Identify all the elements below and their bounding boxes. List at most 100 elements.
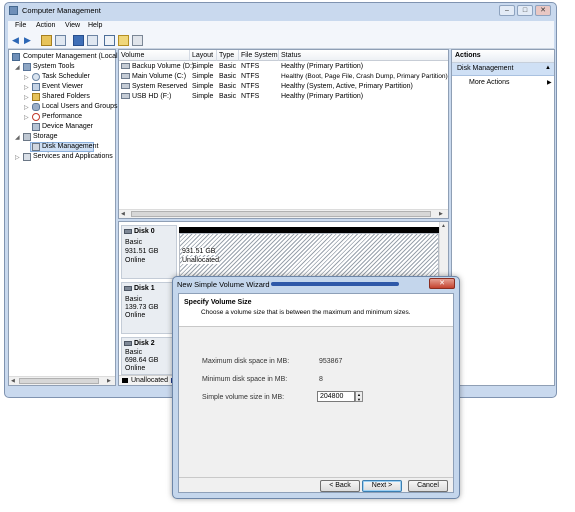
disk-name: Disk 0 (134, 228, 155, 235)
collapse-triangle-icon[interactable]: ◢ (15, 134, 20, 141)
table-row[interactable]: System Reserved Simple Basic NTFS Health… (119, 82, 448, 92)
column-header-layout[interactable]: Layout (190, 50, 217, 61)
column-header-status[interactable]: Status (279, 50, 448, 61)
disk-0-info[interactable]: Disk 0 Basic 931.51 GB Online (121, 225, 177, 279)
partition-size: 931.51 GB (182, 248, 216, 255)
volume-icon (121, 63, 130, 69)
tree-item-shared-folders[interactable]: Shared Folders (42, 93, 90, 100)
tree-item-disk-management[interactable]: Disk Management (42, 143, 98, 150)
volume-name: Backup Volume (D:) (132, 63, 195, 70)
wizard-subheading: Choose a volume size that is between the… (201, 309, 411, 316)
scroll-right-icon[interactable]: ▶ (439, 211, 443, 217)
volume-size-spinner[interactable]: ▲ ▼ (355, 391, 363, 402)
expand-triangle-icon[interactable]: ▷ (15, 154, 20, 161)
volume-list-horizontal-scrollbar[interactable]: ◀ ▶ (119, 209, 448, 218)
partition-label: Unallocated (182, 257, 219, 264)
close-button[interactable]: ✕ (535, 5, 551, 16)
wizard-header-panel: Specify Volume Size Choose a volume size… (179, 294, 453, 327)
wizard-title: New Simple Volume Wizard (177, 280, 270, 289)
tree-item-local-users-and-groups[interactable]: Local Users and Groups (42, 103, 117, 110)
navigation-tree-pane: Computer Management (Local ◢ System Tool… (8, 49, 118, 386)
spin-down-icon[interactable]: ▼ (356, 397, 362, 402)
disk-size: 698.64 GB (125, 357, 159, 364)
collapse-triangle-icon[interactable]: ◢ (15, 64, 20, 71)
disk-size: 931.51 GB (125, 248, 159, 255)
table-row[interactable]: USB HD (F:) Simple Basic NTFS Healthy (P… (119, 92, 448, 102)
volume-status: Healthy (System, Active, Primary Partiti… (281, 83, 413, 90)
tree-item-system-tools[interactable]: System Tools (33, 63, 75, 70)
title-bar[interactable]: Computer Management – □ ✕ (5, 3, 556, 19)
forward-arrow-icon[interactable]: ▶ (24, 35, 35, 46)
tree-item-device-manager[interactable]: Device Manager (42, 123, 93, 130)
volume-list-scroll-thumb[interactable] (131, 211, 431, 217)
tree-scroll-thumb[interactable] (19, 378, 99, 384)
disk-name: Disk 1 (134, 285, 155, 292)
volume-name: USB HD (F:) (132, 93, 172, 100)
actions-pane: Actions Disk Management ▲ More Actions ▶ (451, 49, 555, 386)
volume-status: Healthy (Boot, Page File, Crash Dump, Pr… (281, 73, 448, 80)
show-hide-tree-icon[interactable] (55, 35, 66, 46)
tree-item-services-and-applications[interactable]: Services and Applications (33, 153, 113, 160)
tree-item-task-scheduler[interactable]: Task Scheduler (42, 73, 90, 80)
scroll-up-icon[interactable]: ▲ (441, 223, 446, 229)
actions-section-disk-management[interactable]: Disk Management ▲ (452, 63, 554, 76)
scroll-right-icon[interactable]: ▶ (107, 378, 111, 384)
scroll-left-icon[interactable]: ◀ (121, 211, 125, 217)
disk-view-icon[interactable] (104, 35, 115, 46)
tree-item-performance[interactable]: Performance (42, 113, 82, 120)
minimize-button[interactable]: – (499, 5, 515, 16)
table-row[interactable]: Backup Volume (D:) Simple Basic NTFS Hea… (119, 62, 448, 72)
back-button[interactable]: < Back (320, 480, 360, 492)
expand-triangle-icon[interactable]: ▷ (24, 114, 29, 121)
tree-horizontal-scrollbar[interactable]: ◀ ▶ (9, 376, 115, 385)
volume-status: Healthy (Primary Partition) (281, 93, 364, 100)
unallocated-legend-swatch (122, 378, 128, 383)
more-actions-label: More Actions (469, 79, 510, 86)
menu-file[interactable]: File (15, 22, 26, 29)
clock-icon (32, 73, 40, 81)
expand-triangle-icon[interactable]: ▷ (24, 94, 29, 101)
new-simple-volume-wizard-dialog: New Simple Volume Wizard ✕ Specify Volum… (172, 276, 460, 499)
scroll-left-icon[interactable]: ◀ (11, 378, 15, 384)
table-row[interactable]: Main Volume (C:) Simple Basic NTFS Healt… (119, 72, 448, 82)
more-actions-item[interactable]: More Actions ▶ (452, 77, 554, 88)
actions-header-label: Actions (455, 52, 481, 59)
disk-1-info[interactable]: Disk 1 Basic 139.73 GB Online (121, 282, 177, 334)
next-button[interactable]: Next > (362, 480, 402, 492)
actions-section-label: Disk Management (457, 65, 514, 72)
window-title: Computer Management (22, 6, 101, 15)
volume-size-input[interactable]: 204800 (317, 391, 355, 402)
menu-view[interactable]: View (65, 22, 80, 29)
folder-check-icon[interactable] (118, 35, 129, 46)
properties-icon[interactable] (87, 35, 98, 46)
up-folder-icon[interactable] (41, 35, 52, 46)
help-icon[interactable] (73, 35, 84, 46)
expand-triangle-icon[interactable]: ▷ (24, 104, 29, 111)
wizard-close-button[interactable]: ✕ (429, 278, 455, 289)
disk-2-info[interactable]: Disk 2 Basic 698.64 GB Online (121, 337, 177, 375)
back-arrow-icon[interactable]: ◀ (12, 35, 23, 46)
maximize-button[interactable]: □ (517, 5, 533, 16)
expand-triangle-icon[interactable]: ▷ (24, 74, 29, 81)
tree-item-storage[interactable]: Storage (33, 133, 58, 140)
volume-size-value: 204800 (320, 393, 344, 400)
submenu-arrow-icon: ▶ (547, 80, 552, 86)
menu-help[interactable]: Help (88, 22, 102, 29)
tree-item-computer-management[interactable]: Computer Management (Local (23, 53, 118, 60)
expand-triangle-icon[interactable]: ▷ (24, 84, 29, 91)
volume-file-system: NTFS (241, 73, 260, 80)
column-header-volume[interactable]: Volume (119, 50, 190, 61)
column-header-type[interactable]: Type (217, 50, 239, 61)
volume-status: Healthy (Primary Partition) (281, 63, 364, 70)
wizard-title-bar[interactable]: New Simple Volume Wizard ✕ (173, 277, 459, 291)
menu-action[interactable]: Action (36, 22, 55, 29)
cancel-button[interactable]: Cancel (408, 480, 448, 492)
unallocated-partition[interactable]: 931.51 GB Unallocated (179, 233, 439, 278)
disk-settings-icon[interactable] (132, 35, 143, 46)
tree-item-event-viewer[interactable]: Event Viewer (42, 83, 83, 90)
max-disk-space-value: 953867 (319, 358, 343, 365)
column-header-file-system[interactable]: File System (239, 50, 279, 61)
disk-status: Online (125, 312, 146, 319)
volume-layout: Simple (192, 63, 214, 70)
collapse-up-icon[interactable]: ▲ (545, 65, 551, 71)
